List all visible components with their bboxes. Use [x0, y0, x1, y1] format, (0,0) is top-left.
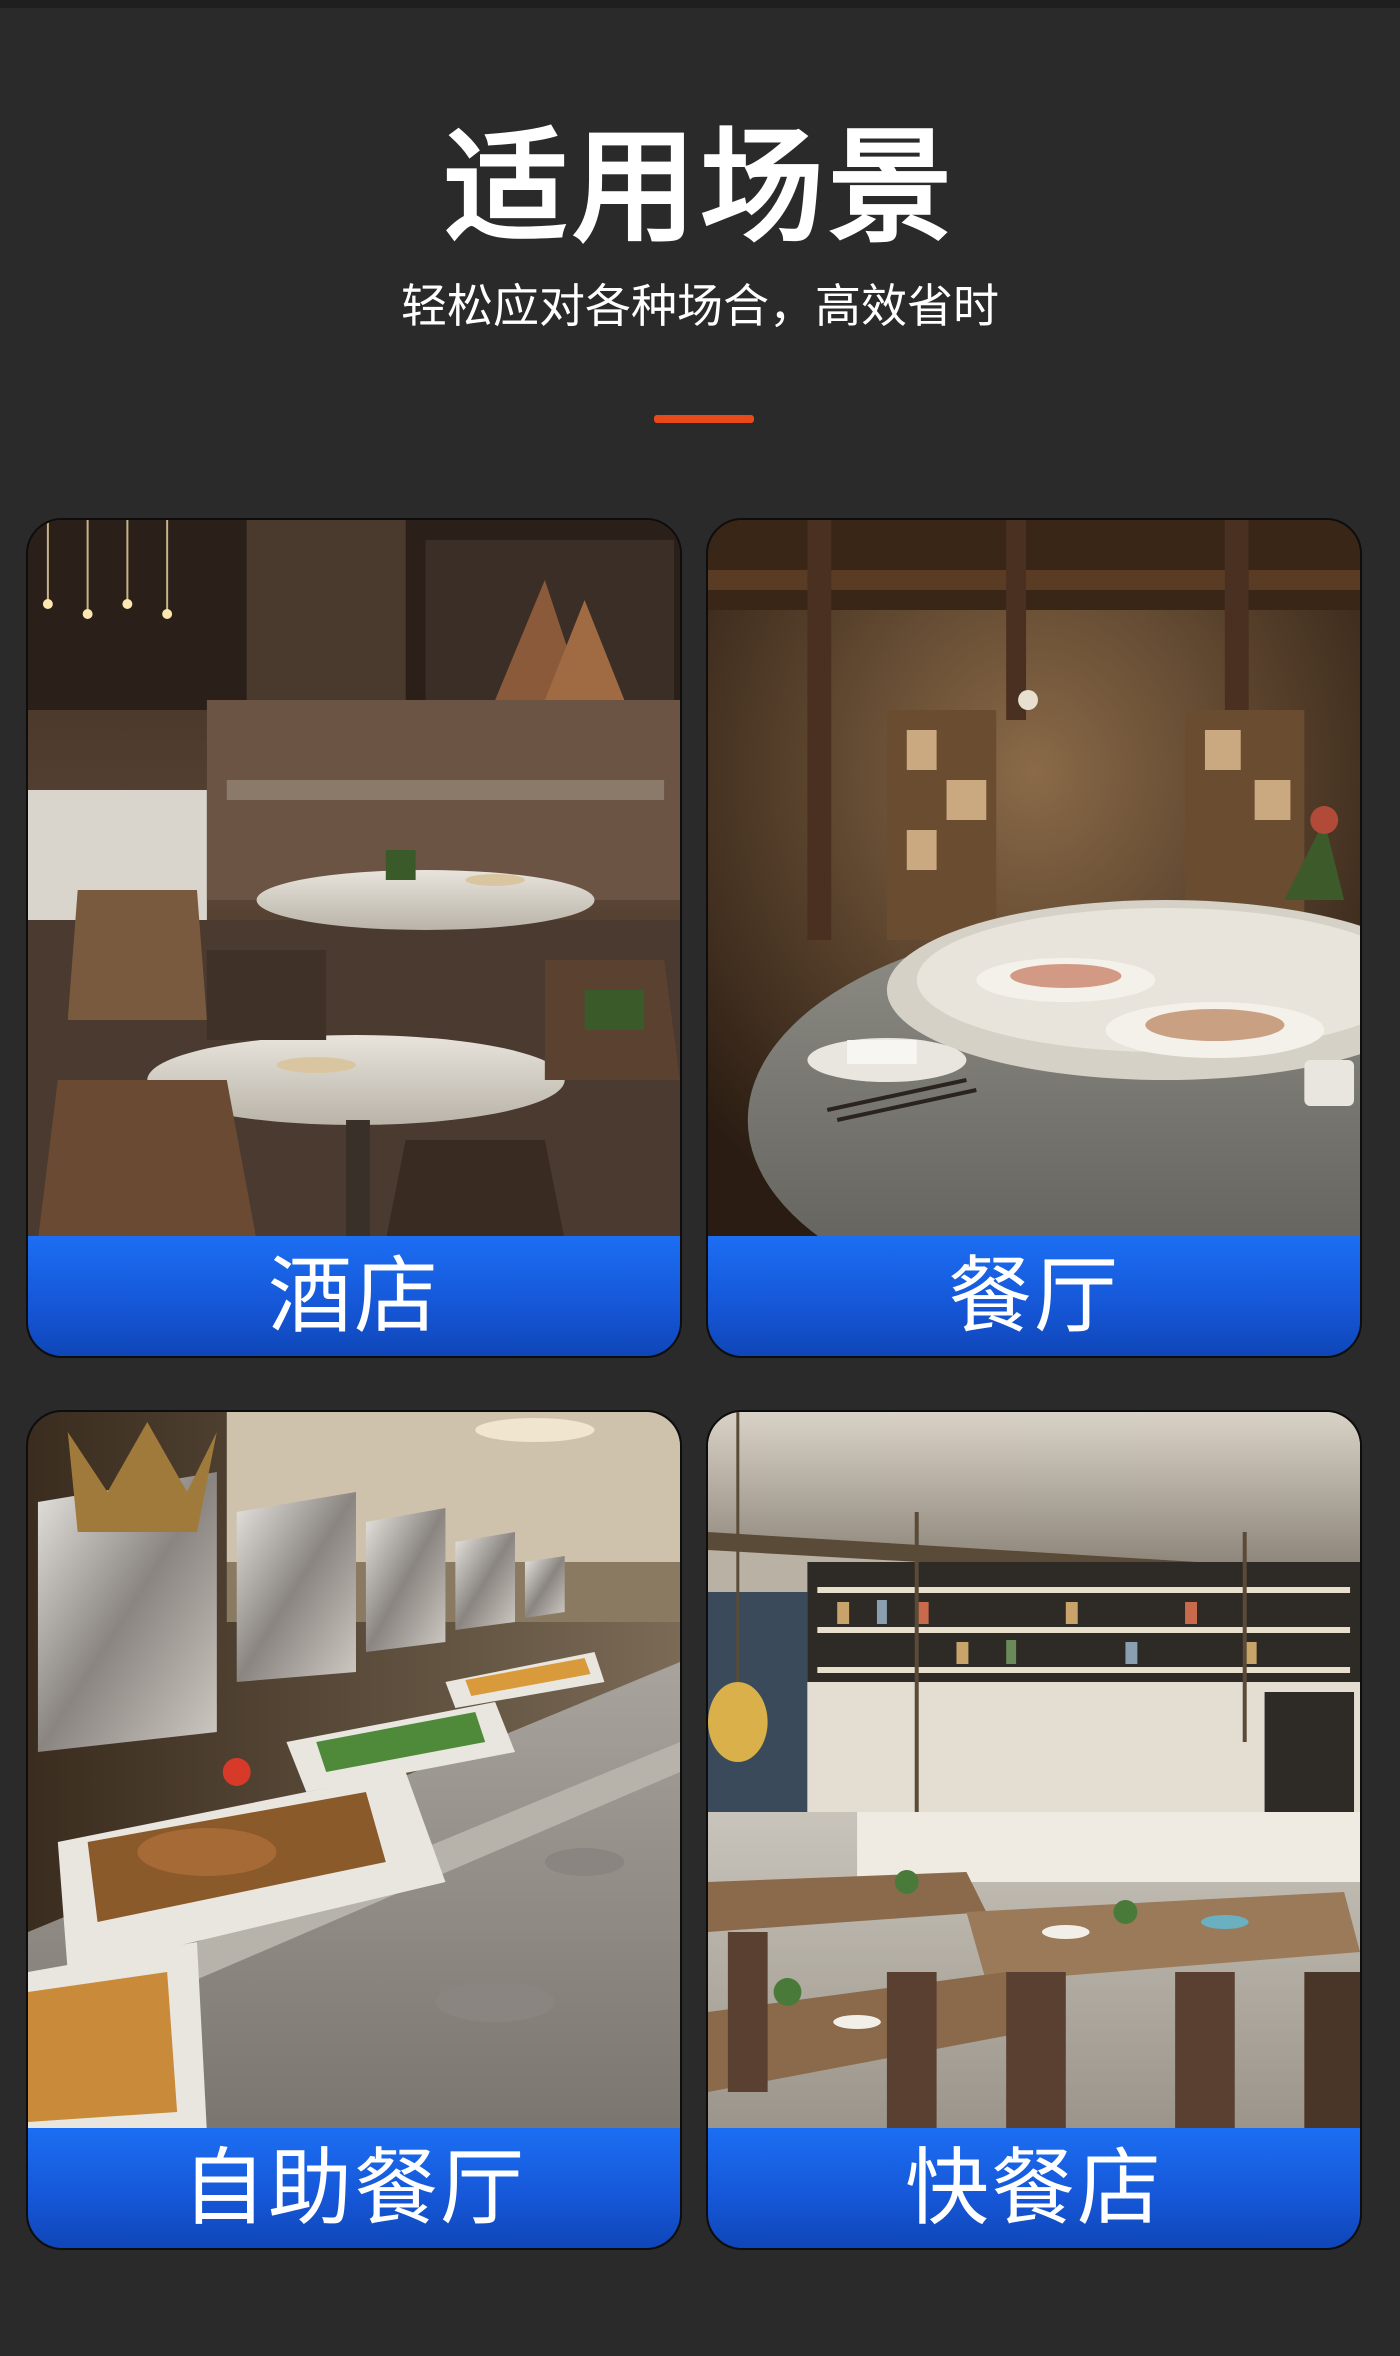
scene-label: 快餐店 [708, 2128, 1360, 2248]
scene-card-restaurant: 餐厅 [706, 518, 1362, 1358]
fast-food-dining-hall-photo [708, 1412, 1360, 2132]
scene-label: 酒店 [28, 1236, 680, 1356]
accent-divider [654, 415, 754, 423]
scene-label: 自助餐厅 [28, 2128, 680, 2248]
page-subtitle: 轻松应对各种场合，高效省时 [401, 279, 999, 333]
hotel-dining-room-photo [28, 520, 680, 1240]
buffet-chafing-dishes-photo [28, 1412, 680, 2132]
restaurant-round-table-photo [708, 520, 1360, 1240]
page-title: 适用场景 [443, 116, 956, 260]
scene-card-fast-food: 快餐店 [706, 1410, 1362, 2250]
scene-card-buffet: 自助餐厅 [26, 1410, 682, 2250]
top-strip [0, 0, 1400, 8]
scene-label: 餐厅 [708, 1236, 1360, 1356]
scene-card-hotel: 酒店 [26, 518, 682, 1358]
